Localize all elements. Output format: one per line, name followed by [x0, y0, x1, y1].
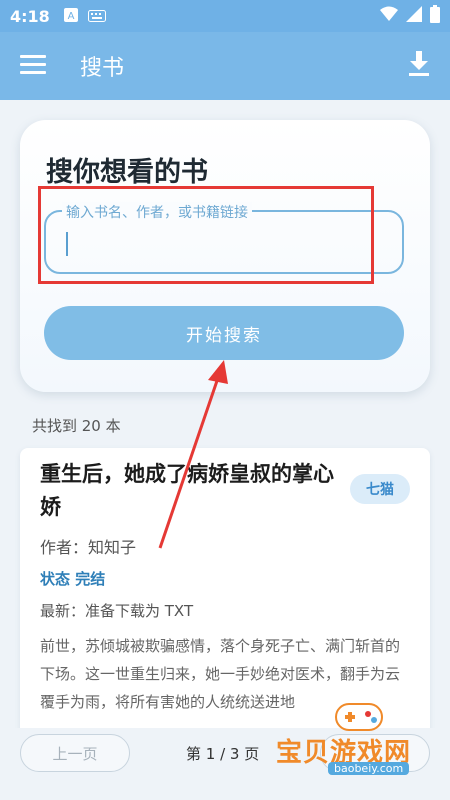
start-search-button[interactable]: 开始搜索: [44, 306, 404, 360]
keyboard-icon: [87, 7, 106, 26]
search-heading: 搜你想看的书: [46, 157, 208, 188]
book-status: 状态 完结: [40, 570, 106, 588]
menu-icon[interactable]: [20, 54, 46, 78]
signal-icon: [406, 6, 422, 26]
watermark: 宝贝游戏网 baobeiy.com: [270, 690, 450, 782]
page-title: 搜书: [80, 56, 125, 81]
status-time: 4:18: [10, 6, 50, 26]
download-icon[interactable]: [408, 51, 430, 81]
page-indicator: 第 1 / 3 页: [186, 745, 260, 763]
annotation-highlight-box: [38, 186, 374, 284]
book-title: 重生后，她成了病娇皇叔的掌心娇: [40, 462, 334, 519]
watermark-url: baobeiy.com: [328, 762, 410, 775]
source-badge: 七猫: [350, 474, 410, 504]
search-card: 搜你想看的书 输入书名、作者，或书籍链接 开始搜索: [20, 120, 430, 392]
battery-icon: [430, 5, 440, 27]
book-author: 作者：知知子: [40, 538, 137, 557]
app-bar: 搜书: [0, 32, 450, 100]
svg-text:A: A: [67, 11, 74, 22]
input-method-icon: A: [63, 7, 78, 26]
prev-page-button[interactable]: 上一页: [20, 734, 130, 772]
result-count: 共找到 20 本: [32, 417, 121, 435]
wifi-icon: [380, 6, 398, 26]
status-bar: 4:18 A: [0, 0, 450, 32]
book-latest: 最新：准备下载为 TXT: [40, 602, 194, 620]
